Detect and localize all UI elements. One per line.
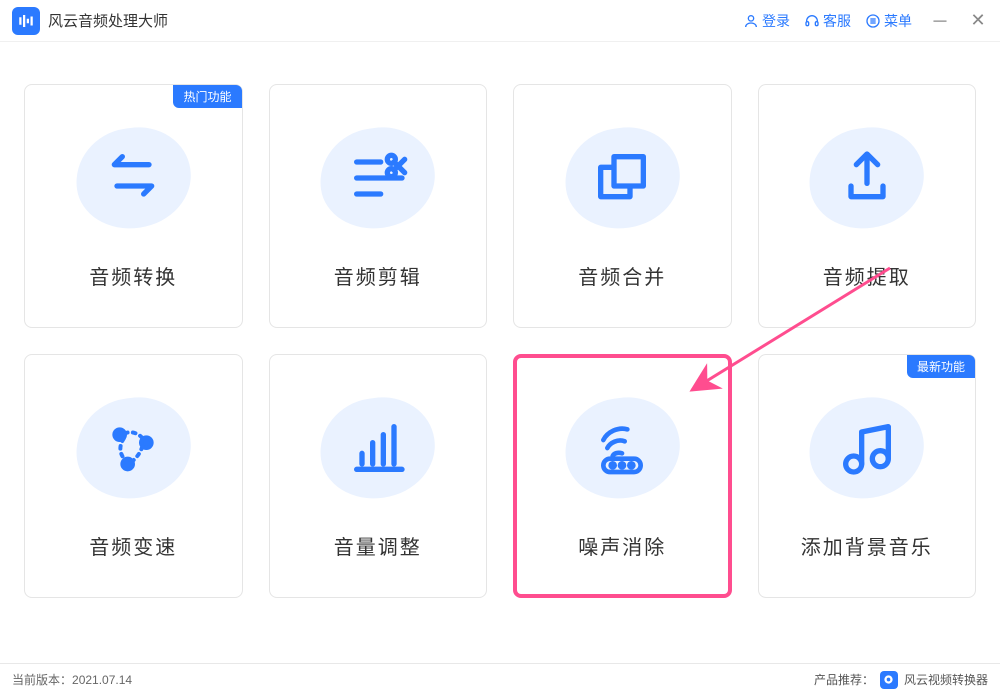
version-label: 当前版本： — [12, 671, 72, 688]
menu-icon — [865, 13, 881, 29]
merge-icon — [590, 146, 654, 210]
music-icon — [835, 416, 899, 480]
card-audio-cut[interactable]: 音频剪辑 — [269, 84, 488, 328]
card-label: 音频变速 — [89, 531, 177, 560]
user-icon — [743, 13, 759, 29]
new-badge: 最新功能 — [907, 355, 975, 378]
card-label: 添加背景音乐 — [801, 531, 933, 560]
login-button[interactable]: 登录 — [743, 11, 790, 31]
card-label: 音频转换 — [89, 261, 177, 290]
product-recommend[interactable]: 产品推荐： 风云视频转换器 — [814, 671, 988, 689]
headset-icon — [804, 13, 820, 29]
hot-badge: 热门功能 — [173, 85, 241, 108]
reco-name: 风云视频转换器 — [904, 671, 988, 688]
card-audio-extract[interactable]: 音频提取 — [758, 84, 977, 328]
version-value: 2021.07.14 — [72, 673, 132, 687]
card-label: 音频剪辑 — [334, 261, 422, 290]
feature-grid: 热门功能 音频转换 音频剪辑 音频合并 音频提取 音频变速 — [0, 42, 1000, 618]
convert-icon — [101, 146, 165, 210]
card-label: 音量调整 — [334, 531, 422, 560]
card-label: 音频提取 — [823, 261, 911, 290]
minimize-button[interactable]: － — [930, 8, 950, 34]
app-title: 风云音频处理大师 — [48, 10, 168, 31]
app-logo-icon — [12, 7, 40, 35]
close-button[interactable]: ✕ — [968, 10, 988, 31]
reco-label: 产品推荐： — [814, 671, 874, 688]
noise-icon — [590, 416, 654, 480]
volume-bars-icon — [346, 416, 410, 480]
card-bg-music[interactable]: 最新功能 添加背景音乐 — [758, 354, 977, 598]
card-audio-merge[interactable]: 音频合并 — [513, 84, 732, 328]
titlebar: 风云音频处理大师 登录 客服 菜单 － ✕ — [0, 0, 1000, 42]
menu-button[interactable]: 菜单 — [865, 11, 912, 31]
card-audio-speed[interactable]: 音频变速 — [24, 354, 243, 598]
login-label: 登录 — [762, 11, 790, 31]
card-label: 音频合并 — [578, 261, 666, 290]
menu-label: 菜单 — [884, 11, 912, 31]
card-label: 噪声消除 — [578, 531, 666, 560]
service-button[interactable]: 客服 — [804, 11, 851, 31]
card-volume-adjust[interactable]: 音量调整 — [269, 354, 488, 598]
card-noise-remove[interactable]: 噪声消除 — [513, 354, 732, 598]
extract-icon — [835, 146, 899, 210]
footer: 当前版本： 2021.07.14 产品推荐： 风云视频转换器 — [0, 663, 1000, 695]
service-label: 客服 — [823, 11, 851, 31]
card-audio-convert[interactable]: 热门功能 音频转换 — [24, 84, 243, 328]
reco-logo-icon — [880, 671, 898, 689]
scissors-icon — [346, 146, 410, 210]
speed-icon — [101, 416, 165, 480]
